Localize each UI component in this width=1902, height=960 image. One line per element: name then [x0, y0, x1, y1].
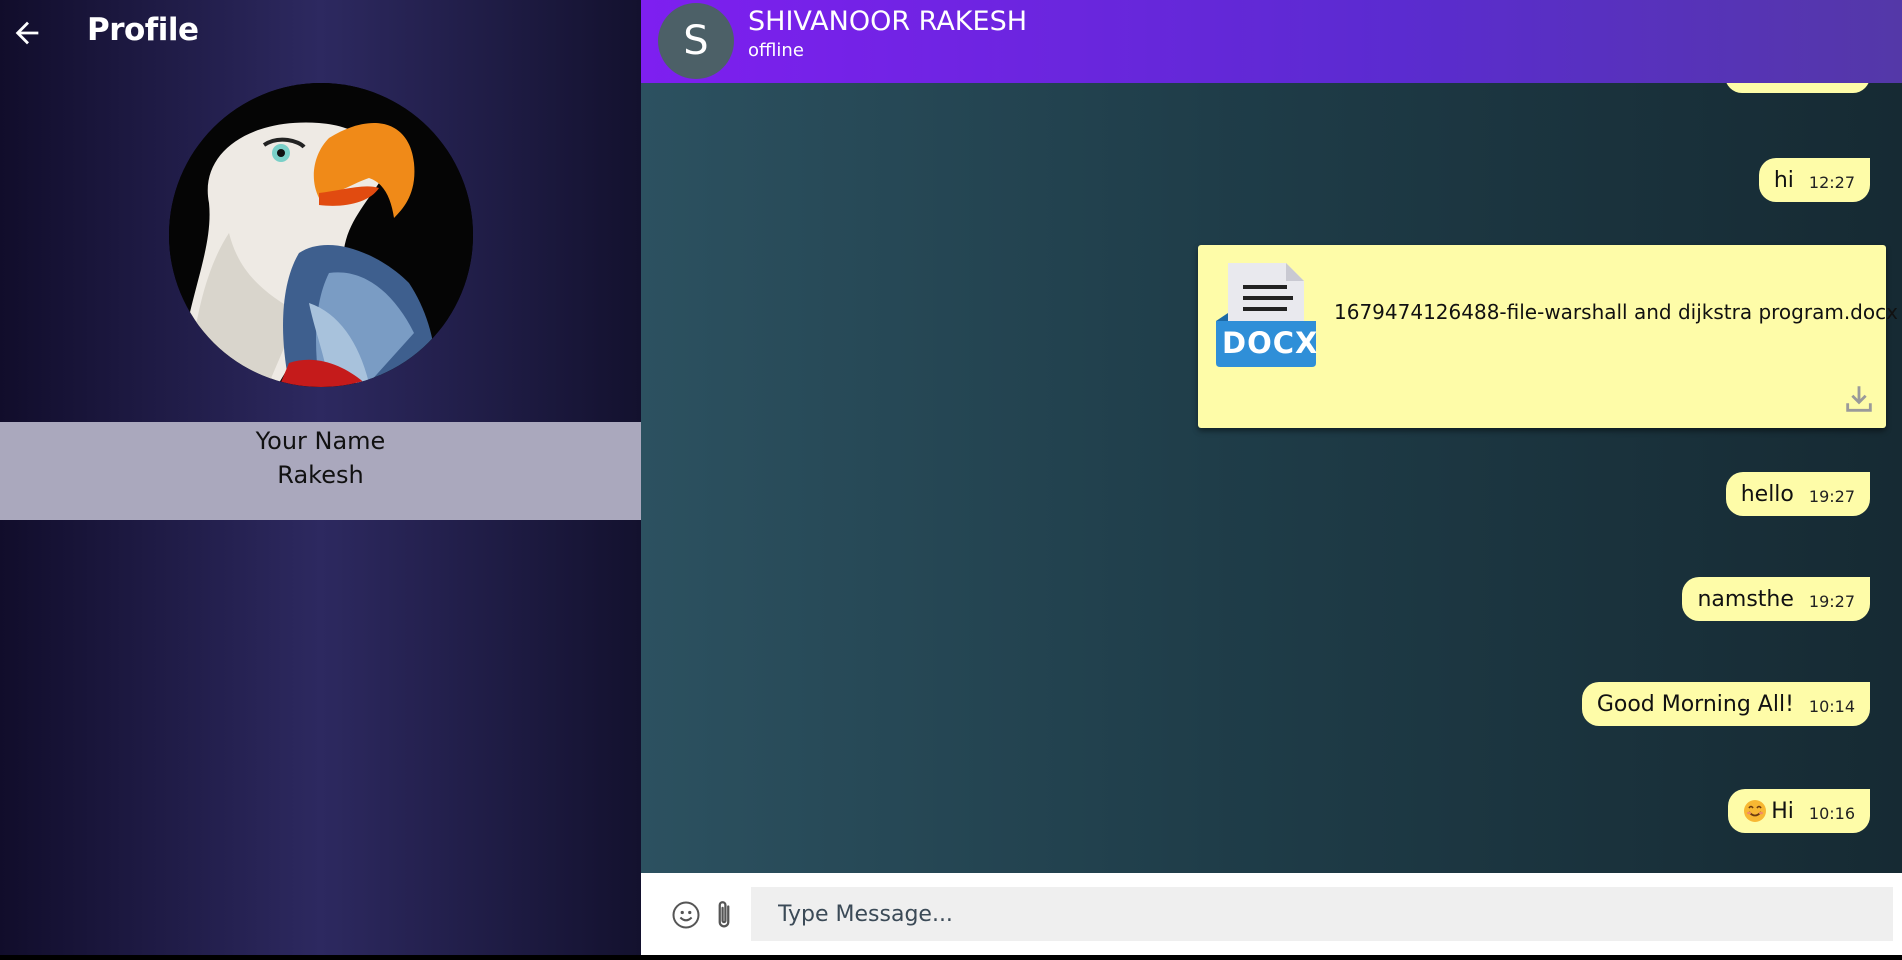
file-type-label: DOCX: [1222, 326, 1319, 360]
message-text: namsthe: [1697, 586, 1794, 612]
eagle-image: [169, 83, 473, 387]
message-text: hi: [1773, 167, 1794, 193]
download-icon[interactable]: [1842, 382, 1876, 416]
contact-avatar[interactable]: S: [658, 3, 734, 79]
message-time: 19:27: [1808, 592, 1855, 611]
message-bubble[interactable]: namsthe 19:27: [1682, 577, 1870, 621]
message-text: Hi: [1771, 798, 1794, 824]
message-bubble[interactable]: hi 12:27: [1758, 158, 1870, 202]
message-bubble[interactable]: Good Morning All! 10:14: [1581, 682, 1870, 726]
message-time: 10:14: [1808, 697, 1855, 716]
smiling-face-emoji: [1744, 800, 1767, 822]
contact-status: offline: [748, 40, 804, 61]
message-text: hello: [1740, 481, 1794, 507]
message-list[interactable]: hi 12:27 DOCX 1679474126488-file-warshal…: [641, 83, 1902, 873]
message-text: Good Morning All!: [1596, 691, 1794, 717]
message-time: 19:27: [1808, 487, 1855, 506]
message-input[interactable]: [751, 887, 1893, 941]
message-time: 12:27: [1808, 173, 1855, 192]
profile-panel: Profile Your Name Rakesh: [0, 0, 641, 955]
profile-header: Profile: [0, 0, 641, 68]
file-message[interactable]: DOCX 1679474126488-file-warshall and dij…: [1198, 245, 1898, 428]
message-bubble[interactable]: hello 19:27: [1725, 472, 1870, 516]
message-bubble-partial: [1725, 83, 1870, 93]
message-time: 10:16: [1808, 804, 1855, 823]
chat-panel: S SHIVANOOR RAKESH offline hi 12:27 DOCX…: [641, 0, 1902, 955]
contact-name: SHIVANOOR RAKESH: [748, 6, 1028, 37]
message-composer: [641, 873, 1902, 955]
paperclip-icon[interactable]: [711, 898, 737, 932]
name-section: Your Name Rakesh: [0, 422, 641, 520]
arrow-left-icon[interactable]: [10, 16, 44, 50]
name-label: Your Name: [255, 427, 386, 455]
profile-avatar[interactable]: [169, 83, 473, 387]
message-bubble[interactable]: Hi 10:16: [1728, 789, 1870, 833]
profile-title: Profile: [87, 12, 199, 48]
chat-header: S SHIVANOOR RAKESH offline: [641, 0, 1902, 83]
name-value[interactable]: Rakesh: [0, 461, 641, 489]
file-name: 1679474126488-file-warshall and dijkstra…: [1334, 300, 1898, 324]
emoji-icon[interactable]: [671, 900, 701, 930]
